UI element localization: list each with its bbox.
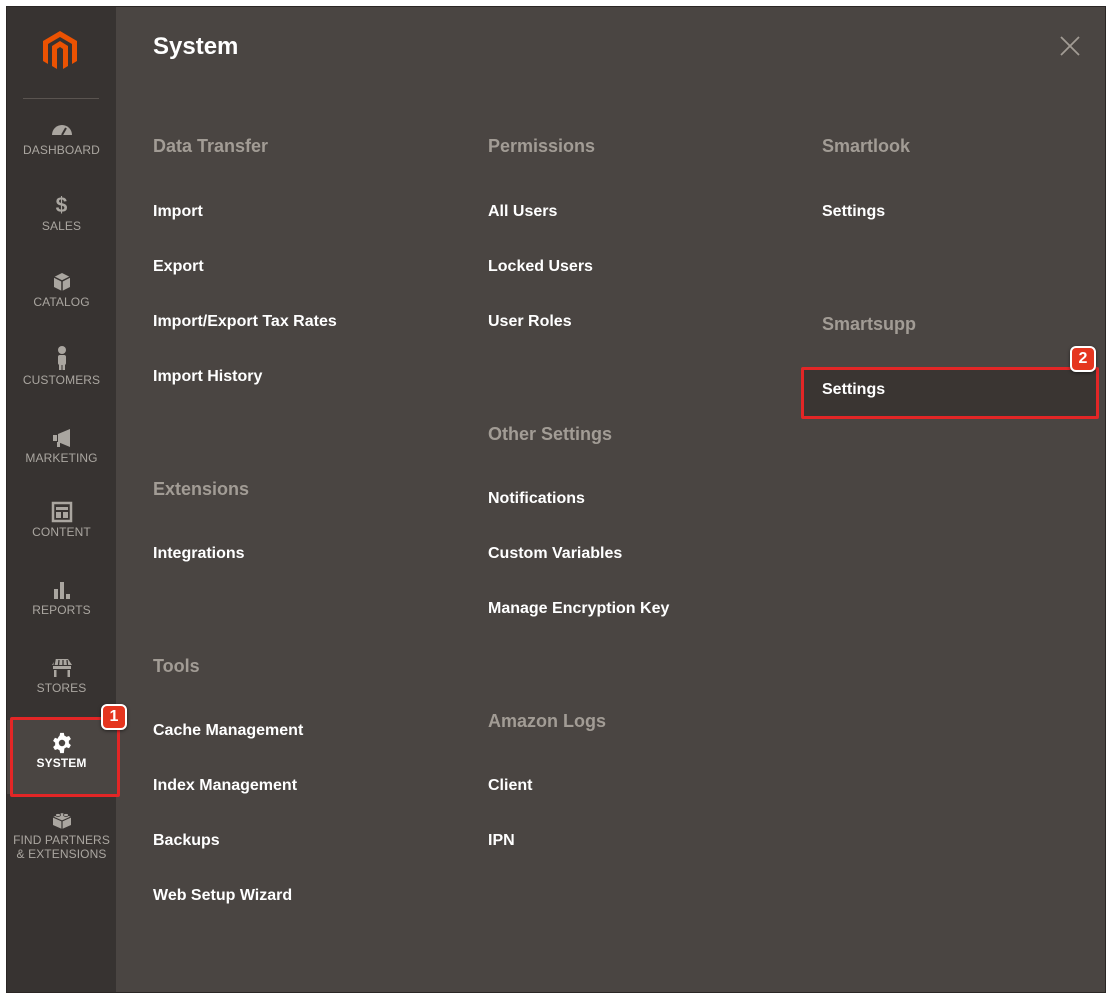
- nav-reports-label: REPORTS: [32, 603, 91, 617]
- nav-sales-label: SALES: [41, 219, 82, 233]
- link-all-users[interactable]: All Users: [488, 203, 557, 221]
- section-title-data-transfer: Data Transfer: [153, 136, 269, 156]
- nav-dashboard-label: DASHBOARD: [23, 143, 100, 157]
- link-import-history[interactable]: Import History: [153, 368, 262, 386]
- nav-find-partners-label-1: FIND PARTNERS: [13, 833, 110, 847]
- section-title-other-settings: Other Settings: [488, 424, 613, 444]
- nav-find-partners-label-2: & EXTENSIONS: [16, 847, 107, 861]
- nav-reports[interactable]: REPORTS: [7, 579, 116, 617]
- nav-stores-label: STORES: [36, 681, 87, 695]
- link-web-setup-wizard[interactable]: Web Setup Wizard: [153, 887, 292, 905]
- lego-brick-icon: [50, 809, 74, 831]
- nav-catalog[interactable]: CATALOG: [7, 271, 116, 309]
- link-custom-variables[interactable]: Custom Variables: [488, 545, 622, 563]
- link-ipn[interactable]: IPN: [488, 832, 515, 850]
- link-integrations[interactable]: Integrations: [153, 545, 245, 563]
- nav-catalog-label: CATALOG: [33, 295, 90, 309]
- nav-sales[interactable]: $ SALES: [7, 194, 116, 234]
- link-import-export-tax-rates[interactable]: Import/Export Tax Rates: [153, 313, 337, 331]
- section-title-amazon-logs: Amazon Logs: [488, 711, 607, 731]
- link-manage-encryption-key[interactable]: Manage Encryption Key: [488, 600, 669, 618]
- section-title-smartlook: Smartlook: [822, 136, 911, 156]
- catalog-box-icon: [50, 271, 74, 293]
- section-title-permissions: Permissions: [488, 136, 596, 156]
- megaphone-icon: [50, 427, 74, 449]
- nav-marketing[interactable]: MARKETING: [7, 427, 116, 465]
- link-notifications[interactable]: Notifications: [488, 490, 585, 508]
- smartsupp-settings-highlight-box: [801, 367, 1099, 419]
- nav-dashboard[interactable]: DASHBOARD: [7, 119, 116, 157]
- nav-content-label: CONTENT: [32, 525, 91, 539]
- link-smartlook-settings[interactable]: Settings: [822, 203, 885, 221]
- link-backups[interactable]: Backups: [153, 832, 220, 850]
- content-layout-icon: [50, 501, 74, 523]
- nav-customers-label: CUSTOMERS: [22, 373, 101, 387]
- section-title-smartsupp: Smartsupp: [822, 314, 917, 334]
- admin-sidebar: DASHBOARD $ SALES CATALOG CUSTOMERS MARK…: [7, 7, 116, 992]
- nav-marketing-label: MARKETING: [25, 451, 98, 465]
- step-badge-2: 2: [1070, 346, 1096, 372]
- link-locked-users[interactable]: Locked Users: [488, 258, 593, 276]
- admin-window: DASHBOARD $ SALES CATALOG CUSTOMERS MARK…: [6, 6, 1106, 993]
- link-index-management[interactable]: Index Management: [153, 777, 297, 795]
- section-title-extensions: Extensions: [153, 479, 250, 499]
- nav-content[interactable]: CONTENT: [7, 501, 116, 539]
- logo-divider: [23, 98, 99, 99]
- store-awning-icon: [50, 657, 74, 679]
- panel-title: System: [153, 33, 239, 60]
- link-user-roles[interactable]: User Roles: [488, 313, 572, 331]
- step-badge-1: 1: [101, 704, 127, 730]
- section-title-tools: Tools: [153, 656, 200, 676]
- bar-chart-icon: [50, 579, 74, 601]
- nav-find-partners[interactable]: FIND PARTNERS & EXTENSIONS: [7, 809, 116, 861]
- nav-stores[interactable]: STORES: [7, 657, 116, 695]
- link-import[interactable]: Import: [153, 203, 203, 221]
- nav-customers[interactable]: CUSTOMERS: [7, 345, 116, 387]
- dollar-icon: $: [55, 194, 68, 217]
- magento-logo-icon[interactable]: [39, 29, 81, 71]
- close-icon[interactable]: [1059, 35, 1081, 57]
- link-export[interactable]: Export: [153, 258, 204, 276]
- customer-person-icon: [50, 345, 74, 371]
- dashboard-icon: [50, 119, 74, 141]
- link-client[interactable]: Client: [488, 777, 532, 795]
- link-cache-management[interactable]: Cache Management: [153, 722, 303, 740]
